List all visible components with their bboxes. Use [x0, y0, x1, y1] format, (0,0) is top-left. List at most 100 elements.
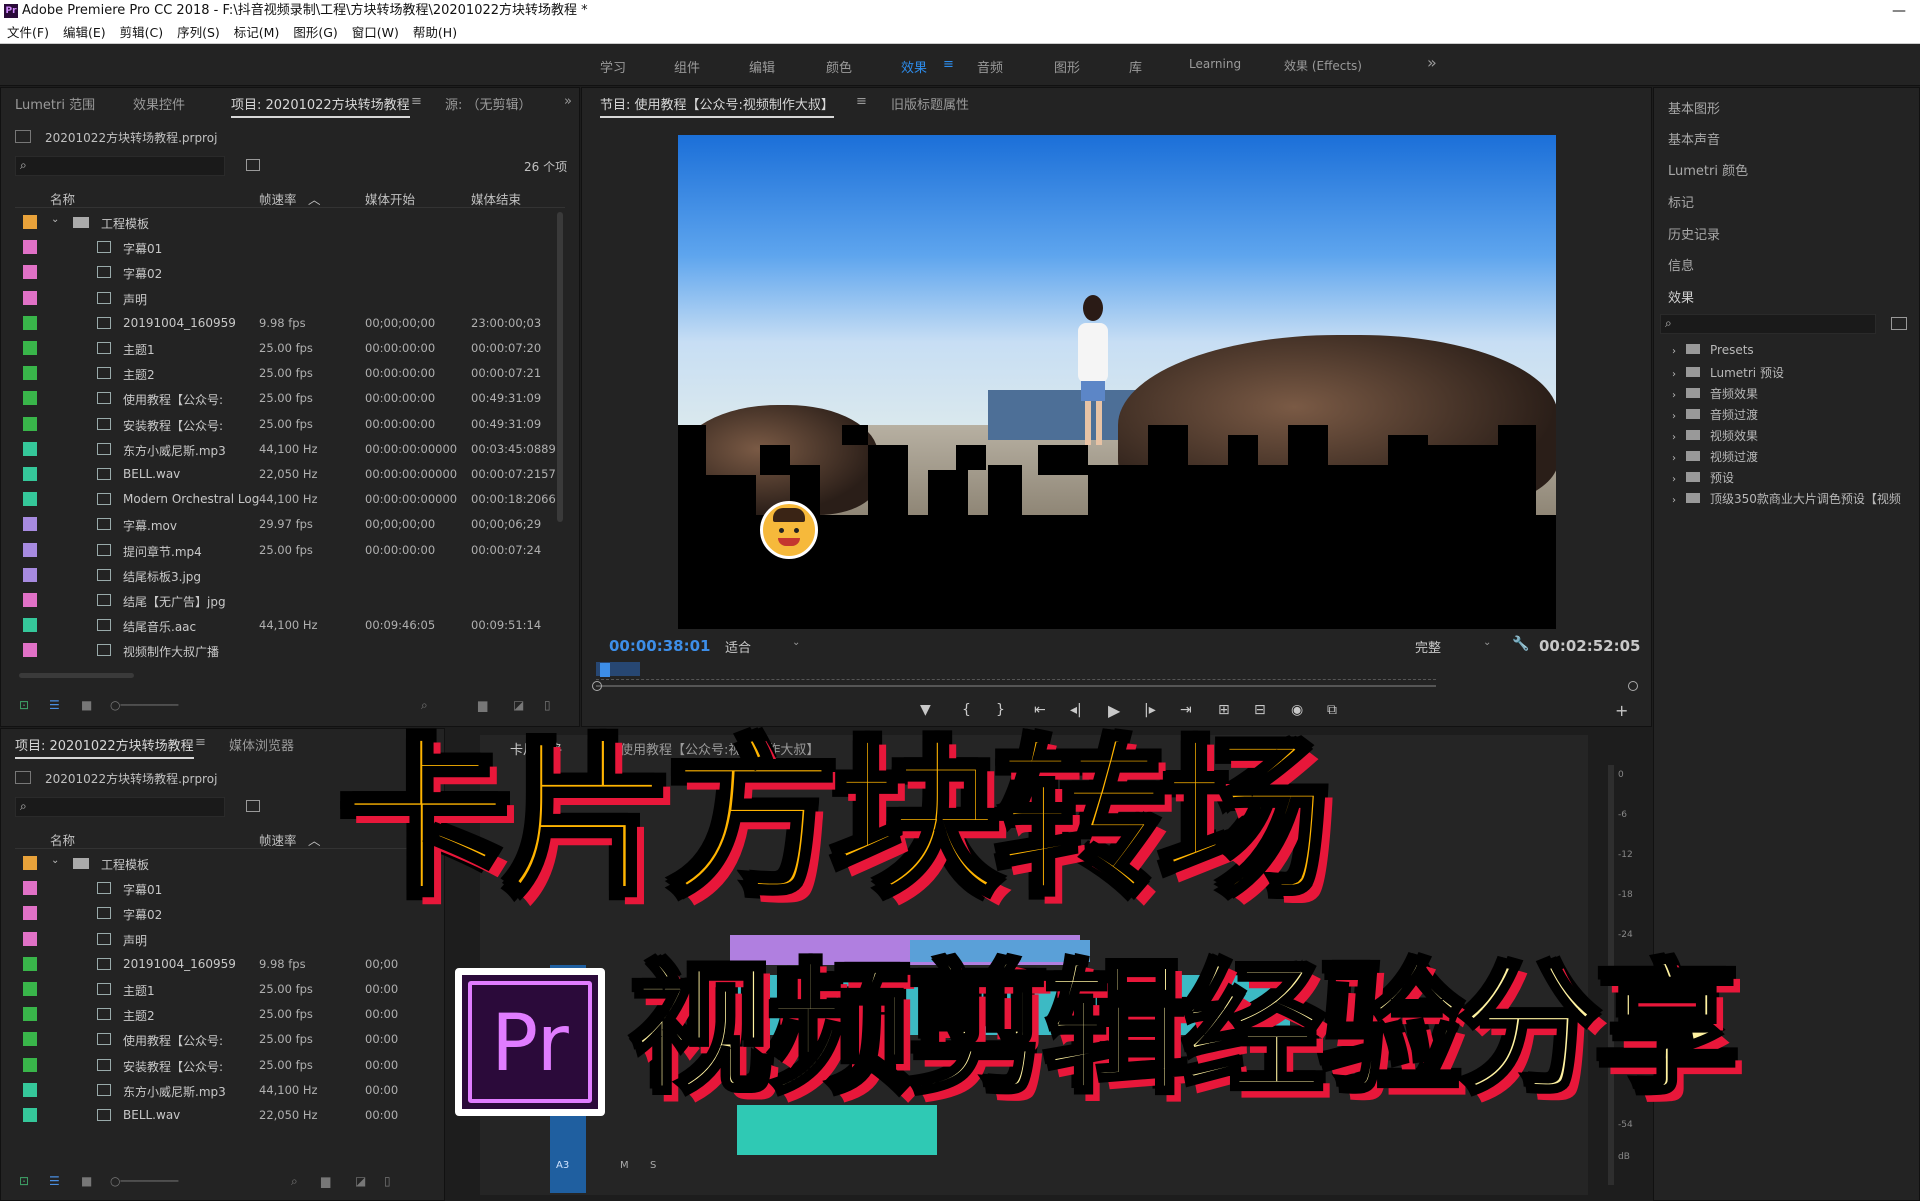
- workspace-effects[interactable]: 效果: [901, 57, 927, 76]
- col-fps[interactable]: 帧速率: [259, 189, 297, 208]
- effects-bin[interactable]: › Presets: [1672, 343, 1917, 357]
- tab-menu-icon[interactable]: ≡: [411, 94, 422, 109]
- list-item[interactable]: 安装教程【公众号: 25.00 fps 00:00: [13, 1053, 433, 1078]
- chevron-down-icon[interactable]: ⌄: [1483, 637, 1491, 648]
- menu-clip[interactable]: 剪辑(C): [120, 22, 163, 44]
- list-item[interactable]: 声明: [13, 927, 433, 952]
- label-color-swatch[interactable]: [23, 856, 37, 870]
- list-item[interactable]: 使用教程【公众号: 25.00 fps 00:00: [13, 1027, 433, 1052]
- new-custom-bin-icon[interactable]: [1891, 317, 1907, 330]
- menu-file[interactable]: 文件(F): [7, 22, 49, 44]
- tab-menu-icon[interactable]: ≡: [195, 735, 206, 750]
- label-color-swatch[interactable]: [23, 341, 37, 355]
- tab-source[interactable]: 源: （无剪辑）: [445, 94, 532, 113]
- lock-icon[interactable]: ⊡: [19, 698, 29, 712]
- list-item[interactable]: 20191004_160959 9.98 fps 00;00;00;00 23:00:…: [13, 311, 558, 336]
- find-icon[interactable]: ⌕: [421, 698, 428, 713]
- label-color-swatch[interactable]: [23, 982, 37, 996]
- effects-search-input[interactable]: ⌕: [1660, 314, 1876, 334]
- folder-icon[interactable]: ▆: [478, 698, 487, 712]
- time-ruler[interactable]: [596, 666, 1436, 680]
- list-item[interactable]: 主题1 25.00 fps 00:00: [13, 977, 433, 1002]
- add-marker-icon[interactable]: ▼: [920, 702, 931, 718]
- list-item[interactable]: 字幕02: [13, 260, 558, 285]
- tab-program[interactable]: 节目: 使用教程【公众号:视频制作大叔】: [600, 94, 834, 118]
- mute-button[interactable]: M: [620, 1160, 629, 1171]
- label-color-swatch[interactable]: [23, 618, 37, 633]
- chevron-down-icon[interactable]: ⌄: [792, 637, 800, 648]
- folder-icon[interactable]: ▆: [321, 1174, 330, 1188]
- sort-asc-icon[interactable]: ︿: [308, 189, 321, 208]
- workspace-editing[interactable]: 编辑: [749, 57, 775, 76]
- label-color-swatch[interactable]: [23, 240, 37, 255]
- label-color-swatch[interactable]: [23, 956, 37, 971]
- chevron-right-icon[interactable]: ›: [1672, 390, 1676, 401]
- col-media-start[interactable]: 媒体开始: [365, 189, 415, 208]
- chevron-down-icon[interactable]: ⌄: [51, 855, 59, 866]
- label-color-swatch[interactable]: [23, 441, 37, 456]
- panel-info[interactable]: 信息: [1668, 255, 1694, 274]
- label-color-swatch[interactable]: [23, 931, 37, 946]
- label-color-swatch[interactable]: [23, 1007, 37, 1022]
- label-color-swatch[interactable]: [23, 215, 37, 229]
- go-to-out-icon[interactable]: ⇥: [1180, 702, 1192, 718]
- label-color-swatch[interactable]: [23, 906, 37, 921]
- zoom-slider[interactable]: ○────────: [110, 698, 178, 712]
- zoom-bar[interactable]: [596, 685, 1436, 687]
- tab-lumetri-scopes[interactable]: Lumetri 范围: [15, 94, 95, 113]
- col-fps[interactable]: 帧速率: [259, 830, 297, 849]
- tab-legacy-title-properties[interactable]: 旧版标题属性: [891, 94, 969, 113]
- label-color-swatch[interactable]: [23, 366, 37, 381]
- label-color-swatch[interactable]: [23, 391, 37, 406]
- menu-help[interactable]: 帮助(H): [413, 22, 457, 44]
- tab-project-bottom[interactable]: 项目: 20201022方块转场教程: [15, 735, 194, 759]
- workspace-assembly[interactable]: 组件: [674, 57, 700, 76]
- list-item[interactable]: 安装教程【公众号: 25.00 fps 00:00:00:00 00:49:31:09: [13, 412, 558, 437]
- chevron-right-icon[interactable]: ›: [1672, 453, 1676, 464]
- project-search-input[interactable]: ⌕: [15, 156, 225, 176]
- find-icon[interactable]: ⌕: [291, 1174, 298, 1189]
- extract-icon[interactable]: ⊟: [1254, 702, 1266, 718]
- panel-essential-sound[interactable]: 基本声音: [1668, 129, 1720, 148]
- play-icon[interactable]: ▶: [1108, 701, 1120, 720]
- list-scrollbar[interactable]: [557, 212, 563, 522]
- list-item[interactable]: 声明: [13, 286, 558, 311]
- new-bin-icon[interactable]: [246, 800, 260, 812]
- chevron-down-icon[interactable]: ⌄: [51, 214, 59, 225]
- list-item[interactable]: 主题2 25.00 fps 00:00:00:00 00:00:07:21: [13, 361, 558, 386]
- list-item[interactable]: 结尾标板3.jpg: [13, 563, 558, 588]
- panel-history[interactable]: 历史记录: [1668, 224, 1720, 243]
- label-color-swatch[interactable]: [23, 416, 37, 431]
- h-scrollbar[interactable]: [19, 673, 134, 678]
- label-color-swatch[interactable]: [23, 265, 37, 280]
- panel-markers[interactable]: 标记: [1668, 192, 1694, 211]
- lift-icon[interactable]: ⊞: [1218, 702, 1230, 718]
- label-color-swatch[interactable]: [23, 1032, 37, 1047]
- chevron-right-icon[interactable]: ›: [1672, 411, 1676, 422]
- workspace-overflow-icon[interactable]: »: [1427, 53, 1437, 72]
- label-color-swatch[interactable]: [23, 643, 37, 658]
- zoom-handle-left[interactable]: [592, 681, 602, 691]
- menu-window[interactable]: 窗口(W): [352, 22, 399, 44]
- list-item[interactable]: 提问章节.mp4 25.00 fps 00:00:00:00 00:00:07:24: [13, 538, 558, 563]
- panel-effects[interactable]: 效果: [1668, 287, 1694, 306]
- workspace-effects-en[interactable]: 效果 (Effects): [1284, 57, 1362, 74]
- effects-bin[interactable]: › 音频效果: [1672, 385, 1917, 402]
- playhead[interactable]: [600, 663, 610, 677]
- workspace-color[interactable]: 颜色: [826, 57, 852, 76]
- chevron-right-icon[interactable]: ›: [1672, 495, 1676, 506]
- playhead-timecode[interactable]: 00:00:38:01: [609, 637, 711, 655]
- label-color-swatch[interactable]: [23, 1108, 37, 1122]
- fit-dropdown[interactable]: 适合: [725, 637, 751, 656]
- chevron-right-icon[interactable]: ›: [1672, 432, 1676, 443]
- label-color-swatch[interactable]: [23, 542, 37, 557]
- list-view-icon[interactable]: ☰: [49, 1174, 60, 1188]
- workspace-learning-cn[interactable]: 学习: [600, 57, 626, 76]
- list-item[interactable]: 视频制作大叔广播: [13, 638, 558, 663]
- list-view-icon[interactable]: ☰: [49, 698, 60, 712]
- effects-bin[interactable]: › 视频过渡: [1672, 448, 1917, 465]
- effects-bin[interactable]: › 顶级350款商业大片调色预设【视频: [1672, 490, 1917, 507]
- label-color-swatch[interactable]: [23, 315, 37, 330]
- tab-project[interactable]: 项目: 20201022方块转场教程: [231, 94, 410, 118]
- track-a3-label[interactable]: A3: [556, 1160, 569, 1171]
